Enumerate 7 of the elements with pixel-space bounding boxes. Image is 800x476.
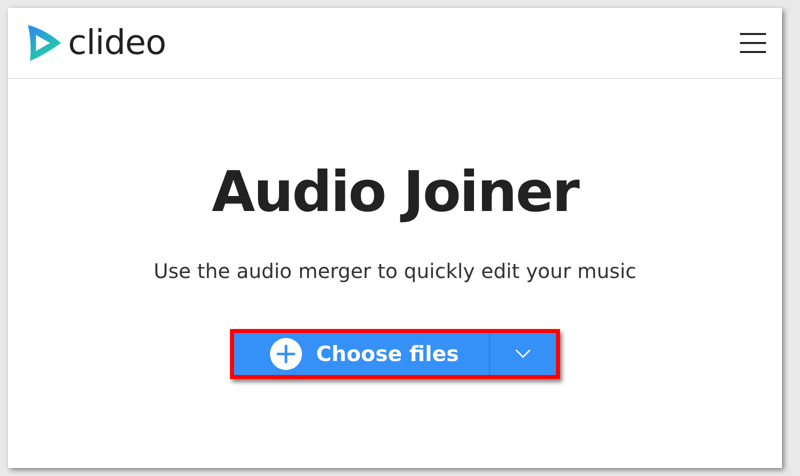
subtitle: Use the audio merger to quickly edit your music [154, 261, 636, 281]
page-title: Audio Joiner [212, 165, 578, 221]
play-logo-icon [26, 24, 62, 62]
menu-icon[interactable] [740, 32, 766, 54]
plus-icon [270, 338, 302, 370]
logo-text[interactable]: clideo [68, 26, 166, 60]
chevron-down-icon [514, 349, 531, 359]
